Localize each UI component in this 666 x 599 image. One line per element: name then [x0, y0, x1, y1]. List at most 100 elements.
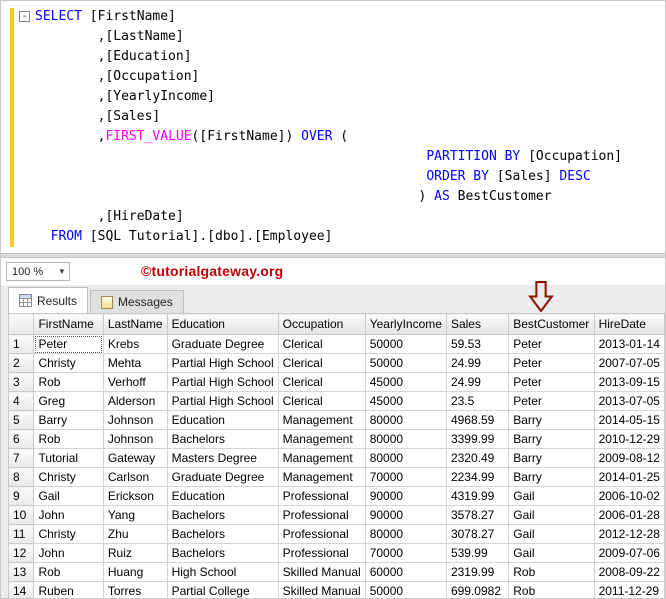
cell[interactable]: 70000	[364, 543, 447, 563]
cell[interactable]: Ruiz	[102, 543, 168, 563]
cell[interactable]: 90000	[364, 486, 447, 506]
cell[interactable]: Professional	[277, 505, 366, 525]
cell[interactable]: Graduate Degree	[166, 334, 279, 354]
cell[interactable]: Christy	[33, 524, 104, 544]
cell[interactable]: Education	[166, 486, 279, 506]
cell[interactable]: Zhu	[102, 524, 168, 544]
code-line[interactable]: ,[Occupation]	[16, 67, 665, 87]
cell[interactable]: Skilled Manual	[277, 562, 366, 582]
cell[interactable]: 2011-12-29	[593, 581, 665, 598]
cell[interactable]: Christy	[33, 353, 104, 373]
tab-results[interactable]: Results	[8, 287, 89, 313]
cell[interactable]: Barry	[508, 448, 595, 468]
column-header-occupation[interactable]: Occupation	[277, 313, 366, 335]
row-number[interactable]: 2	[7, 353, 35, 373]
cell[interactable]: 2010-12-29	[593, 429, 665, 449]
code-line[interactable]: ORDER BY [Sales] DESC	[16, 167, 665, 187]
cell[interactable]: John	[33, 543, 104, 563]
cell[interactable]: Gail	[508, 486, 595, 506]
cell[interactable]: Rob	[33, 429, 104, 449]
cell[interactable]: 2013-07-05	[593, 391, 665, 411]
cell[interactable]: Carlson	[102, 467, 168, 487]
cell[interactable]: 539.99	[445, 543, 510, 563]
code-line[interactable]: FROM [SQL Tutorial].[dbo].[Employee]	[16, 227, 665, 247]
column-header-lastname[interactable]: LastName	[102, 313, 168, 335]
cell[interactable]: Alderson	[102, 391, 168, 411]
cell[interactable]: 50000	[364, 581, 447, 598]
cell[interactable]: 23.5	[445, 391, 510, 411]
cell[interactable]: Ruben	[33, 581, 104, 598]
sql-editor[interactable]: - SELECT [FirstName] ,[LastName] ,[Educat…	[1, 1, 665, 253]
cell[interactable]: Gail	[508, 524, 595, 544]
cell[interactable]: Professional	[277, 524, 366, 544]
cell[interactable]: Gateway	[102, 448, 168, 468]
code-line[interactable]: - SELECT [FirstName]	[16, 7, 665, 27]
cell[interactable]: 45000	[364, 372, 447, 392]
cell[interactable]: High School	[166, 562, 279, 582]
cell[interactable]: Management	[277, 467, 366, 487]
cell[interactable]: Peter	[508, 372, 595, 392]
cell[interactable]: 4319.99	[445, 486, 510, 506]
cell[interactable]: Rob	[33, 372, 104, 392]
cell[interactable]: Clerical	[277, 391, 366, 411]
code-line[interactable]: ,[Sales]	[16, 107, 665, 127]
cell[interactable]: Johnson	[102, 429, 168, 449]
cell[interactable]: 2319.99	[445, 562, 510, 582]
row-number[interactable]: 8	[7, 467, 35, 487]
cell[interactable]: 2013-01-14	[593, 334, 665, 354]
cell[interactable]: Bachelors	[166, 505, 279, 525]
zoom-dropdown[interactable]: 100 % ▼	[6, 262, 70, 281]
row-number[interactable]: 3	[7, 372, 35, 392]
cell[interactable]: Verhoff	[102, 372, 168, 392]
cell[interactable]: 2013-09-15	[593, 372, 665, 392]
row-number[interactable]: 4	[7, 391, 35, 411]
cell[interactable]: Partial College	[166, 581, 279, 598]
cell[interactable]: Gail	[508, 505, 595, 525]
code-line[interactable]: ,FIRST_VALUE([FirstName]) OVER (	[16, 127, 665, 147]
cell[interactable]: Professional	[277, 486, 366, 506]
cell[interactable]: Education	[166, 410, 279, 430]
cell[interactable]: Erickson	[102, 486, 168, 506]
cell[interactable]: Peter	[508, 334, 595, 354]
cell[interactable]: Torres	[102, 581, 168, 598]
column-header-hiredate[interactable]: HireDate	[593, 313, 665, 335]
code-line[interactable]: ,[HireDate]	[16, 207, 665, 227]
cell[interactable]: 2007-07-05	[593, 353, 665, 373]
cell[interactable]: Skilled Manual	[277, 581, 366, 598]
code-line[interactable]: ,[LastName]	[16, 27, 665, 47]
cell[interactable]: 60000	[364, 562, 447, 582]
cell[interactable]: 50000	[364, 353, 447, 373]
cell[interactable]: 80000	[364, 429, 447, 449]
cell[interactable]: 2014-01-25	[593, 467, 665, 487]
cell[interactable]: 80000	[364, 410, 447, 430]
cell[interactable]: 699.0982	[445, 581, 510, 598]
cell[interactable]: 70000	[364, 467, 447, 487]
cell[interactable]: Management	[277, 429, 366, 449]
cell[interactable]: Bachelors	[166, 543, 279, 563]
cell[interactable]: Huang	[102, 562, 168, 582]
column-header-sales[interactable]: Sales	[445, 313, 510, 335]
cell[interactable]: Barry	[508, 410, 595, 430]
row-number[interactable]: 13	[7, 562, 35, 582]
column-header-education[interactable]: Education	[166, 313, 279, 335]
cell[interactable]: Partial High School	[166, 372, 279, 392]
cell[interactable]: Johnson	[102, 410, 168, 430]
row-number[interactable]: 12	[7, 543, 35, 563]
row-number[interactable]: 9	[7, 486, 35, 506]
collapse-toggle-icon[interactable]: -	[16, 7, 35, 27]
cell[interactable]: Krebs	[102, 334, 168, 354]
cell[interactable]: Rob	[508, 562, 595, 582]
cell[interactable]: Peter	[508, 353, 595, 373]
cell[interactable]: John	[33, 505, 104, 525]
cell[interactable]: Mehta	[102, 353, 168, 373]
cell[interactable]: Peter	[33, 334, 104, 354]
cell[interactable]: Greg	[33, 391, 104, 411]
cell[interactable]: Bachelors	[166, 429, 279, 449]
cell[interactable]: Rob	[508, 581, 595, 598]
cell[interactable]: 80000	[364, 524, 447, 544]
cell[interactable]: Barry	[33, 410, 104, 430]
row-number[interactable]: 10	[7, 505, 35, 525]
cell[interactable]: 90000	[364, 505, 447, 525]
cell[interactable]: Christy	[33, 467, 104, 487]
code-line[interactable]: ) AS BestCustomer	[16, 187, 665, 207]
